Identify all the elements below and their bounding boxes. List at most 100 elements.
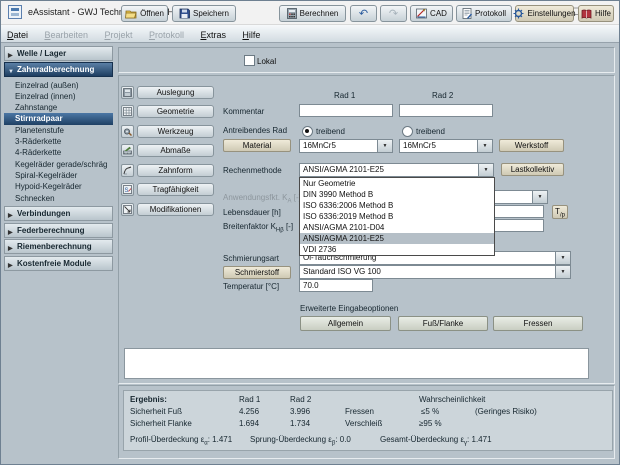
module-abmasse-button[interactable]: Abmaße [137, 144, 214, 157]
auslegung-icon[interactable] [121, 86, 134, 99]
schmierstoff-button[interactable]: Schmierstoff [223, 266, 291, 279]
sidebar-section-kostenfreie-module[interactable]: ▶ Kostenfreie Module [4, 256, 113, 271]
sidebar-section-welle-lager[interactable]: ▶ Welle / Lager [4, 46, 113, 61]
method-option-din-3990[interactable]: DIN 3990 Method B [300, 189, 494, 200]
menu-extras[interactable]: Extras [194, 27, 232, 43]
comment-input-rad2[interactable] [399, 104, 493, 117]
svg-text:S: S [125, 188, 129, 194]
module-werkzeug-button[interactable]: Werkzeug [137, 125, 214, 138]
sidebar-item-planetenstufe[interactable]: Planetenstufe [4, 125, 113, 136]
chevron-down-icon[interactable]: ▼ [377, 140, 392, 152]
profile-contact-ratio: Profil-Überdeckung εα: 1.471 [130, 435, 232, 447]
sidebar-item-kegelraeder[interactable]: Kegelräder gerade/schräg [4, 159, 113, 170]
sidebar-section-zahnradberechnung[interactable]: ▼ Zahnradberechnung [4, 62, 113, 77]
results-title: Ergebnis: [130, 395, 167, 404]
open-button[interactable]: Öffnen [121, 5, 168, 22]
message-output-box [124, 348, 589, 379]
root-safety-label: Sicherheit Fuß [130, 407, 182, 416]
chevron-down-icon[interactable]: ▼ [477, 140, 492, 152]
sidebar-item-einzelrad-aussen[interactable]: Einzelrad (außen) [4, 80, 113, 91]
comment-label: Kommentar [223, 107, 264, 116]
local-checkbox[interactable] [244, 55, 255, 66]
tp-button[interactable]: T/p [552, 205, 568, 219]
document-icon [462, 8, 472, 19]
menu-hilfe[interactable]: Hilfe [236, 27, 266, 43]
werkstoff-button[interactable]: Werkstoff [499, 139, 564, 152]
collapsed-arrow-icon: ▶ [8, 260, 13, 273]
chevron-down-icon[interactable]: ▼ [478, 164, 493, 176]
help-button[interactable]: Hilfe [578, 5, 614, 22]
material-button[interactable]: Material [223, 139, 291, 152]
sidebar-item-schnecken[interactable]: Schnecken [4, 193, 113, 204]
modifikationen-icon[interactable] [121, 203, 134, 216]
sidebar-item-3-raederkette[interactable]: 3-Räderkette [4, 136, 113, 147]
root-safety-rad2: 3.996 [290, 407, 310, 416]
material-select-rad2[interactable]: 16MnCr5 ▼ [399, 139, 493, 153]
abmasse-icon[interactable] [121, 144, 134, 157]
method-option-iso-6336-2019[interactable]: ISO 6336:2019 Method B [300, 211, 494, 222]
lifetime-label: Lebensdauer [h] [223, 208, 281, 217]
scuffing-note: (Geringes Risiko) [475, 407, 537, 416]
chevron-down-icon[interactable]: ▼ [555, 252, 570, 264]
sidebar-section-riemenberechnung[interactable]: ▶ Riemenberechnung [4, 239, 113, 254]
sidebar-item-spiral-kegelraeder[interactable]: Spiral-Kegelräder [4, 170, 113, 181]
settings-gear-icon [513, 8, 524, 19]
redo-button[interactable]: ↷ [380, 5, 407, 22]
chevron-down-icon[interactable]: ▼ [555, 266, 570, 278]
driving-radio-rad1[interactable] [302, 126, 313, 137]
module-tragfaehigkeit-button[interactable]: Tragfähigkeit [137, 183, 214, 196]
temperature-label: Temperatur [°C] [223, 282, 279, 291]
redo-icon: ↷ [389, 7, 398, 20]
module-geometrie-button[interactable]: Geometrie [137, 105, 214, 118]
cad-button[interactable]: CAD [410, 5, 453, 22]
undo-button[interactable]: ↶ [350, 5, 377, 22]
zahnform-icon[interactable] [121, 164, 134, 177]
sidebar-item-zahnstange[interactable]: Zahnstange [4, 102, 113, 113]
folder-open-icon [125, 9, 137, 19]
temperature-input[interactable]: 70.0 [299, 279, 373, 292]
tragfaehigkeit-icon[interactable]: S [121, 183, 134, 196]
menu-datei[interactable]: Datei [1, 27, 34, 43]
col-header-rad1: Rad 1 [334, 91, 355, 100]
calculate-button[interactable]: Berechnen [279, 5, 346, 22]
lubricant-select[interactable]: Standard ISO VG 100 ▼ [299, 265, 571, 279]
flank-safety-rad1: 1.694 [239, 419, 259, 428]
geometrie-icon[interactable] [121, 105, 134, 118]
sidebar-section-federberechnung[interactable]: ▶ Federberechnung [4, 223, 113, 238]
advanced-fressen-button[interactable]: Fressen [493, 316, 583, 331]
results-col-probability: Wahrscheinlichkeit [419, 395, 485, 404]
sidebar-item-einzelrad-innen[interactable]: Einzelrad (innen) [4, 91, 113, 102]
module-zahnform-button[interactable]: Zahnform [137, 164, 214, 177]
method-option-agma-2101-e25[interactable]: ANSI/AGMA 2101-E25 [300, 233, 494, 244]
sidebar-item-hypoid-kegelraeder[interactable]: Hypoid-Kegelräder [4, 181, 113, 192]
module-modifikationen-button[interactable]: Modifikationen [137, 203, 214, 216]
settings-button[interactable]: Einstellungen [515, 5, 574, 22]
method-option-iso-6336-2006[interactable]: ISO 6336:2006 Method B [300, 200, 494, 211]
help-book-icon [581, 9, 592, 19]
driving-radio-rad2[interactable] [402, 126, 413, 137]
werkzeug-icon[interactable] [121, 125, 134, 138]
advanced-options-label: Erweiterte Eingabeoptionen [300, 304, 398, 313]
advanced-allgemein-button[interactable]: Allgemein [300, 316, 391, 331]
material-select-rad1[interactable]: 16MnCr5 ▼ [299, 139, 393, 153]
advanced-fuss-flanke-button[interactable]: Fuß/Flanke [398, 316, 488, 331]
protocol-button[interactable]: Protokoll [456, 5, 512, 22]
method-option-agma-2101-d04[interactable]: ANSI/AGMA 2101-D04 [300, 222, 494, 233]
driving-radio-rad1-label: treibend [316, 127, 345, 136]
lastkollektiv-button[interactable]: Lastkollektiv [501, 163, 564, 176]
chevron-down-icon[interactable]: ▼ [532, 191, 547, 203]
comment-input-rad1[interactable] [299, 104, 393, 117]
sidebar-item-4-raederkette[interactable]: 4-Räderkette [4, 147, 113, 158]
method-dropdown-list: Nur Geometrie DIN 3990 Method B ISO 6336… [299, 177, 495, 256]
method-select[interactable]: ANSI/AGMA 2101-E25 ▼ [299, 163, 494, 177]
sidebar-section-verbindungen[interactable]: ▶ Verbindungen [4, 206, 113, 221]
undo-icon: ↶ [359, 7, 368, 20]
app-icon [8, 5, 22, 19]
calculator-icon [287, 8, 297, 19]
sidebar-item-stirnradpaar[interactable]: Stirnradpaar [4, 113, 113, 125]
module-auslegung-button[interactable]: Auslegung [137, 86, 214, 99]
save-button[interactable]: Speichern [172, 5, 236, 22]
method-option-nur-geometrie[interactable]: Nur Geometrie [300, 178, 494, 189]
method-option-vdi-2736[interactable]: VDI 2736 [300, 244, 494, 255]
collapsed-arrow-icon: ▶ [8, 210, 13, 223]
